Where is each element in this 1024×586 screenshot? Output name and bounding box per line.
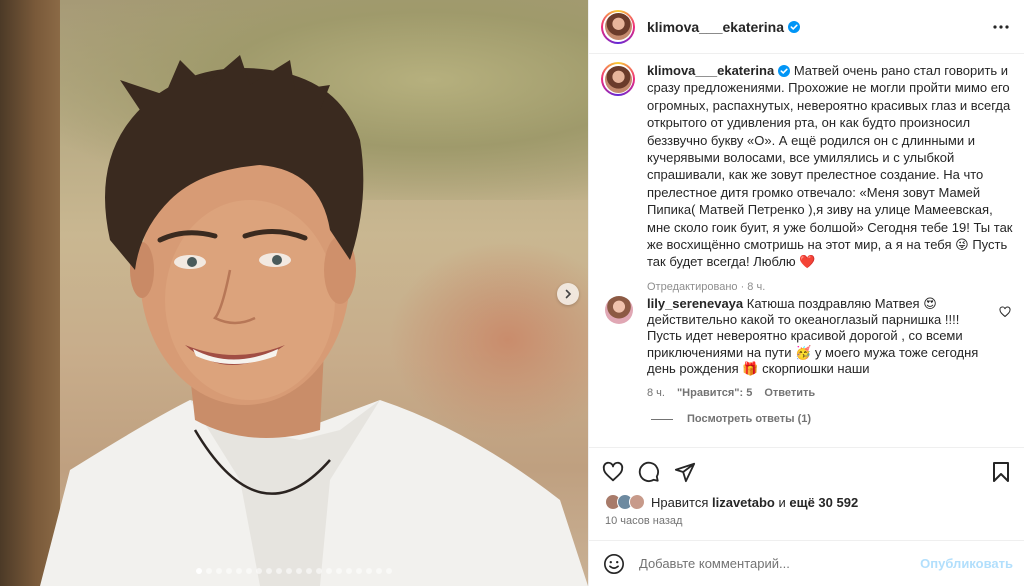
caption-line1: Матвей очень рано стал говорить и [793, 63, 1009, 78]
likes-text: Нравится lizavetabo и ещё 30 592 [651, 495, 858, 510]
comment-actions: 8 ч. "Нравится": 5 Ответить [647, 385, 987, 401]
likes-user[interactable]: lizavetabo [712, 495, 775, 510]
reply-button[interactable]: Ответить [764, 385, 815, 401]
liker-avatar[interactable] [629, 494, 645, 510]
share-button[interactable] [673, 460, 697, 484]
heart-icon [602, 461, 624, 482]
more-icon [993, 25, 1009, 29]
verified-icon [778, 65, 791, 77]
heart-icon[interactable] [999, 306, 1011, 318]
caption-username[interactable]: klimova___ekaterina [647, 63, 774, 78]
author-avatar[interactable] [601, 9, 635, 44]
carousel-dot [286, 568, 292, 574]
comment-emoji-b: 🥳 [795, 344, 812, 360]
comment-part-a: Катюша поздравляю Матвея [746, 296, 924, 311]
comment-input[interactable] [639, 556, 919, 571]
likes-connector: и [778, 494, 786, 510]
carousel-dot [356, 568, 362, 574]
post-media[interactable] [0, 0, 588, 586]
carousel-dot [296, 568, 302, 574]
view-replies-button[interactable]: Посмотреть ответы (1) [651, 413, 811, 425]
portrait-photo [40, 55, 588, 586]
caption-text: klimova___ekaterina Матвей очень рано ст… [647, 62, 1013, 296]
caption-emoji-heart: ❤️ [799, 254, 816, 270]
carousel-dot [316, 568, 322, 574]
replies-divider [651, 418, 673, 420]
likes-prefix: Нравится [651, 494, 709, 510]
carousel-dot [196, 568, 202, 574]
carousel-dot [306, 568, 312, 574]
post-caption: klimova___ekaterina Матвей очень рано ст… [601, 62, 1013, 296]
caption-avatar[interactable] [601, 62, 635, 96]
carousel-next-button[interactable] [557, 283, 579, 305]
carousel-dot [206, 568, 212, 574]
bookmark-icon [993, 462, 1009, 482]
caption-edited-time: Отредактировано · 8 ч. [647, 280, 766, 293]
verified-icon [787, 20, 800, 33]
caption-emoji-wink: 😜 [955, 237, 969, 253]
comment-part-d: скорпиошки наши [758, 360, 870, 376]
post-header: klimova___ekaterina [589, 0, 1024, 54]
carousel-dot [366, 568, 372, 574]
author-username[interactable]: klimova___ekaterina [647, 19, 784, 35]
chevron-right-icon [565, 289, 572, 299]
add-comment-bar: Опубликовать [589, 540, 1024, 586]
comment-time[interactable]: 8 ч. [647, 385, 665, 401]
like-button[interactable] [601, 460, 625, 484]
more-options-button[interactable] [989, 17, 1013, 37]
comment-likes[interactable]: "Нравится": 5 [677, 385, 752, 401]
carousel-dot [386, 568, 392, 574]
carousel-dot [326, 568, 332, 574]
carousel-dot [246, 568, 252, 574]
carousel-dot [236, 568, 242, 574]
carousel-dot [216, 568, 222, 574]
carousel-dot [226, 568, 232, 574]
comment-icon [638, 461, 659, 482]
post-time[interactable]: 10 часов назад [605, 515, 682, 527]
caption-body: сразу предложениями. Прохожие не могли п… [647, 80, 1013, 253]
carousel-dot [336, 568, 342, 574]
carousel-dot [256, 568, 262, 574]
publish-button[interactable]: Опубликовать [920, 556, 1013, 571]
emoji-icon[interactable] [603, 553, 625, 575]
likes-summary: Нравится lizavetabo и ещё 30 592 [605, 494, 858, 510]
comment-emoji-c: 🎁 [742, 360, 759, 376]
commenter-username[interactable]: lily_serenevaya [647, 296, 743, 311]
carousel-dot [276, 568, 282, 574]
comment-item: lily_serenevaya Катюша поздравляю Матвея… [605, 296, 1015, 401]
post-panel: klimova___ekaterina klimova___ekaterina … [588, 0, 1024, 586]
share-icon [674, 462, 696, 483]
comment-text: lily_serenevaya Катюша поздравляю Матвея… [647, 296, 987, 401]
post-actions [589, 447, 1024, 491]
save-button[interactable] [989, 460, 1013, 484]
carousel-indicator [0, 568, 588, 574]
view-replies-label: Посмотреть ответы (1) [687, 413, 812, 425]
comment-emoji-a: 😍 [923, 296, 937, 311]
comment-button[interactable] [637, 460, 661, 484]
carousel-dot [266, 568, 272, 574]
likes-count[interactable]: ещё 30 592 [789, 495, 858, 510]
commenter-avatar[interactable] [605, 296, 633, 324]
carousel-dot [346, 568, 352, 574]
carousel-dot [376, 568, 382, 574]
